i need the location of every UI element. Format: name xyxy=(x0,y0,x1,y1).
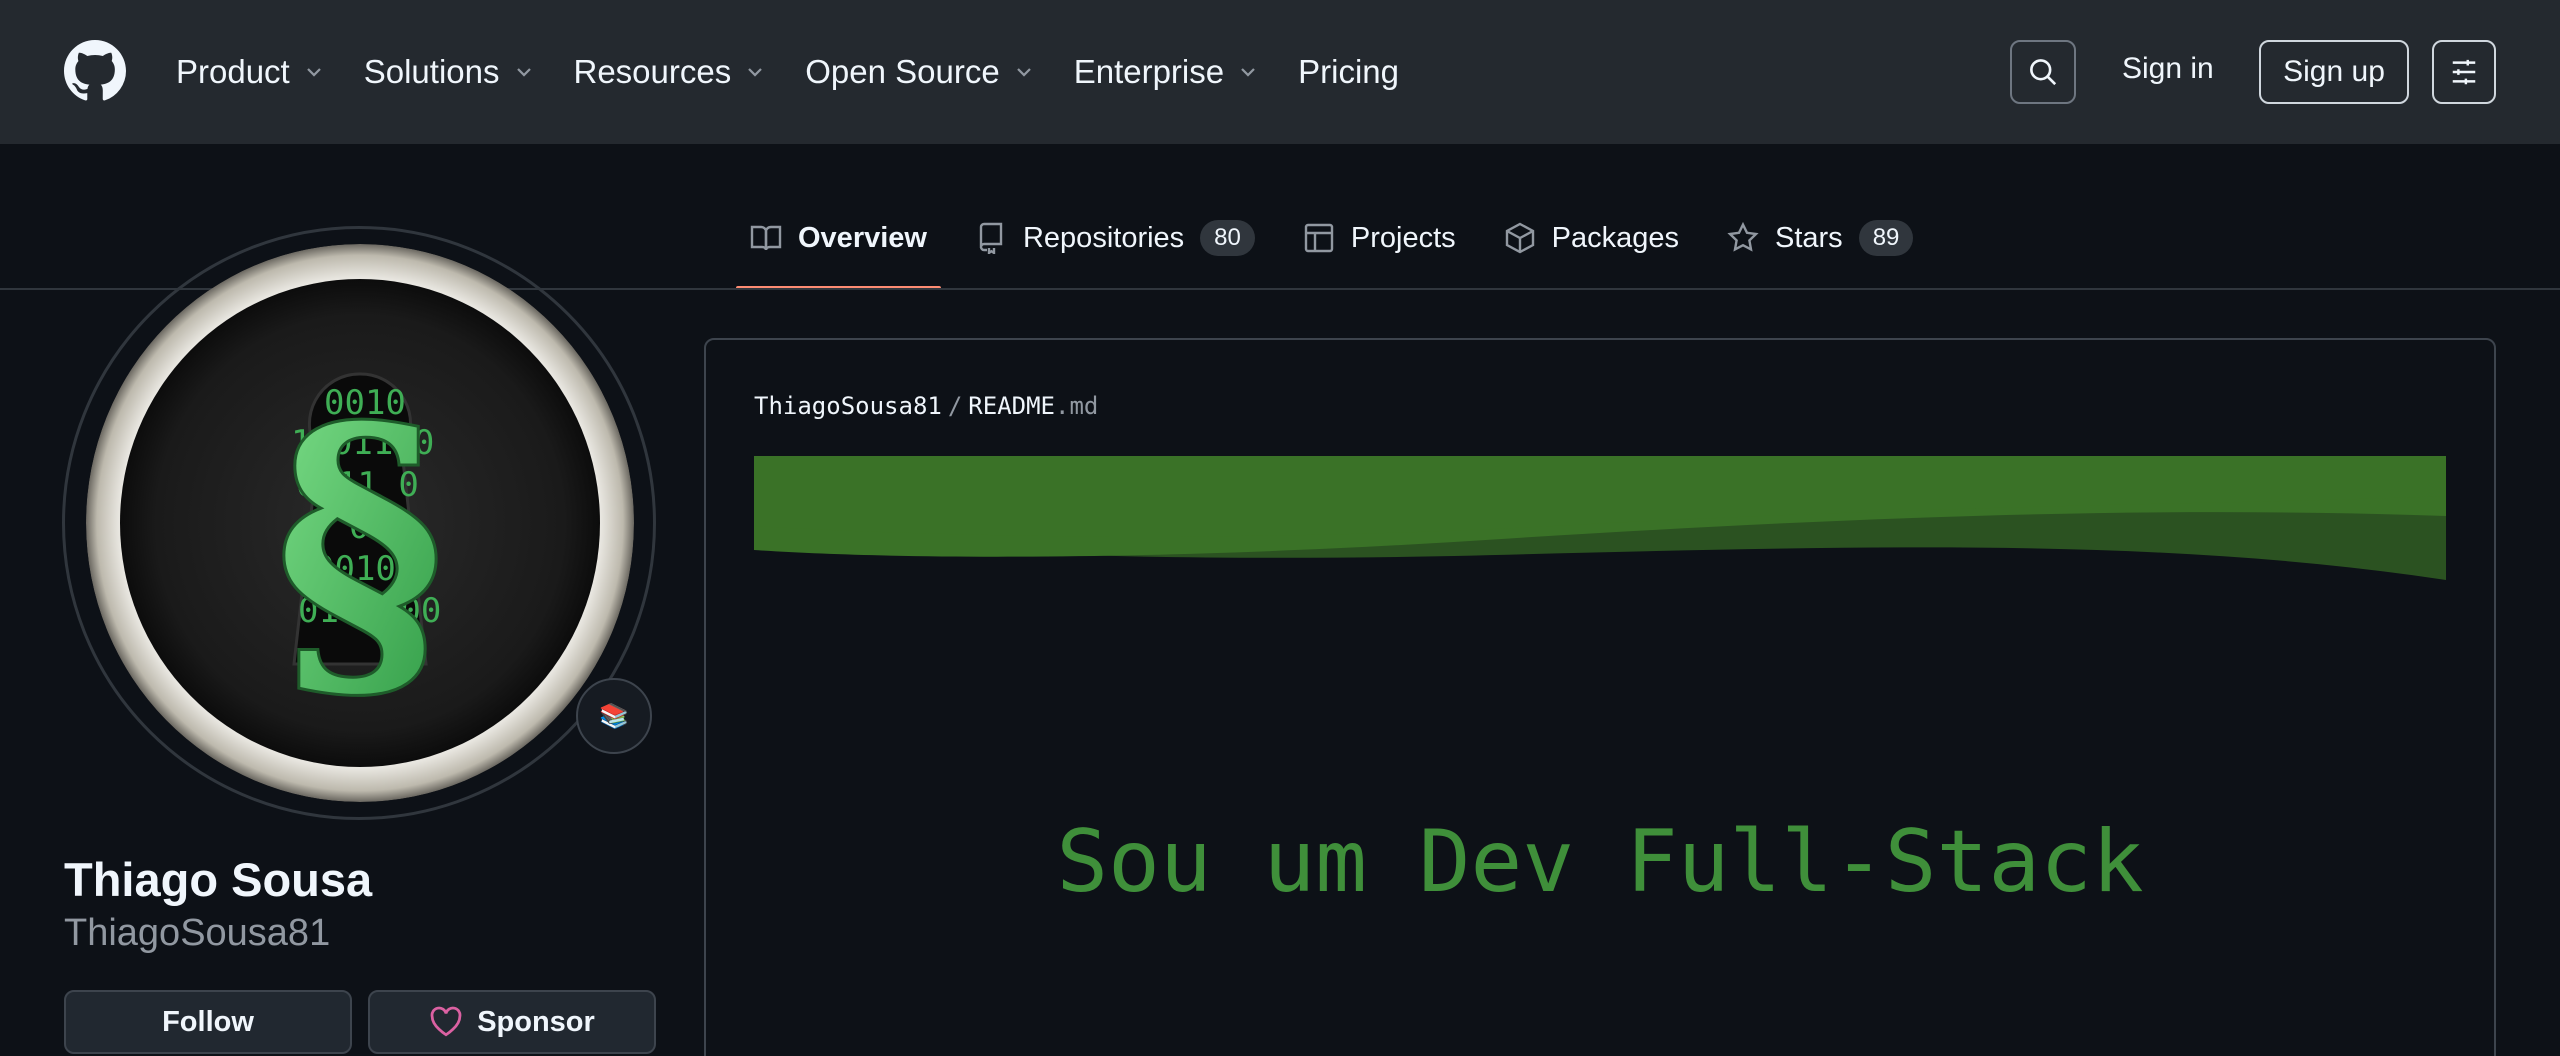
package-icon xyxy=(1505,222,1534,254)
chevron-down-icon xyxy=(306,68,321,77)
tab-packages[interactable]: Packages xyxy=(1490,206,1693,270)
nav-pricing[interactable]: Pricing xyxy=(1298,53,1399,91)
nav-enterprise[interactable]: Enterprise xyxy=(1074,53,1260,91)
table-icon xyxy=(1304,223,1334,253)
heart-icon xyxy=(430,1006,462,1037)
github-logo-icon[interactable] xyxy=(64,40,126,102)
search-icon xyxy=(2030,59,2057,86)
tab-label: Stars xyxy=(1775,221,1843,254)
main-nav: Product Solutions Resources Open Source … xyxy=(176,0,1437,144)
appearance-settings-button[interactable] xyxy=(2432,40,2496,104)
section-sign-logo-icon: 0010 1101110 0011 0 0 010 00101 0110100 … xyxy=(86,244,634,802)
svg-text:§: § xyxy=(274,354,447,742)
repositories-count: 80 xyxy=(1200,220,1255,256)
book-icon xyxy=(750,225,782,251)
chevron-down-icon xyxy=(1241,68,1255,77)
tab-overview[interactable]: Overview xyxy=(736,206,941,290)
nav-label: Pricing xyxy=(1298,53,1399,90)
nav-label: Enterprise xyxy=(1073,53,1225,90)
follow-button[interactable]: Follow xyxy=(64,990,352,1054)
chevron-down-icon xyxy=(516,68,531,77)
sponsor-button[interactable]: Sponsor xyxy=(368,990,656,1054)
nav-solutions[interactable]: Solutions xyxy=(364,53,536,91)
typing-headline: Sou um Dev Full-Stack xyxy=(1056,812,2144,912)
nav-resources[interactable]: Resources xyxy=(574,53,768,91)
readme-path: ThiagoSousa81/README.md xyxy=(754,392,1098,420)
path-separator: / xyxy=(947,392,963,420)
tab-label: Repositories xyxy=(1022,221,1185,254)
readme-file-link[interactable]: README xyxy=(968,392,1055,420)
profile-login: ThiagoSousa81 xyxy=(64,912,331,954)
follow-label: Follow xyxy=(162,1005,254,1038)
chevron-down-icon xyxy=(1016,68,1031,77)
readme-file-ext: .md xyxy=(1055,392,1099,420)
profile-tabs: Overview Repositories 80 Projects Packag… xyxy=(736,206,1947,290)
nav-product[interactable]: Product xyxy=(176,53,326,91)
site-header: Product Solutions Resources Open Source … xyxy=(0,0,2560,144)
sign-up-button[interactable]: Sign up xyxy=(2259,40,2409,104)
search-button[interactable] xyxy=(2010,40,2076,104)
nav-label: Product xyxy=(176,53,290,90)
status-badge[interactable]: 📚 xyxy=(576,678,652,754)
repo-icon xyxy=(979,222,1003,254)
tab-label: Packages xyxy=(1551,221,1679,254)
nav-label: Open Source xyxy=(805,53,1000,90)
sponsor-label: Sponsor xyxy=(477,1005,595,1038)
sign-in-link[interactable]: Sign in xyxy=(2122,52,2214,86)
nav-label: Resources xyxy=(573,53,732,90)
readme-box: ThiagoSousa81/README.md Sou um Dev Full-… xyxy=(704,338,2496,1056)
sliders-icon xyxy=(2452,59,2476,85)
nav-label: Solutions xyxy=(363,53,500,90)
stars-count: 89 xyxy=(1858,220,1914,256)
nav-open-source[interactable]: Open Source xyxy=(805,53,1035,91)
tab-label: Overview xyxy=(798,221,927,254)
star-icon xyxy=(1727,222,1759,252)
profile-name: Thiago Sousa xyxy=(64,853,373,906)
tab-stars[interactable]: Stars 89 xyxy=(1713,206,1927,270)
tab-label: Projects xyxy=(1350,221,1456,254)
tab-projects[interactable]: Projects xyxy=(1289,206,1470,270)
readme-wave-banner xyxy=(754,456,2446,580)
chevron-down-icon xyxy=(748,68,763,77)
avatar[interactable]: 0010 1101110 0011 0 0 010 00101 0110100 … xyxy=(86,244,634,802)
readme-owner-link[interactable]: ThiagoSousa81 xyxy=(754,392,942,420)
tab-repositories[interactable]: Repositories 80 xyxy=(961,206,1269,270)
books-emoji-icon: 📚 xyxy=(599,702,629,730)
